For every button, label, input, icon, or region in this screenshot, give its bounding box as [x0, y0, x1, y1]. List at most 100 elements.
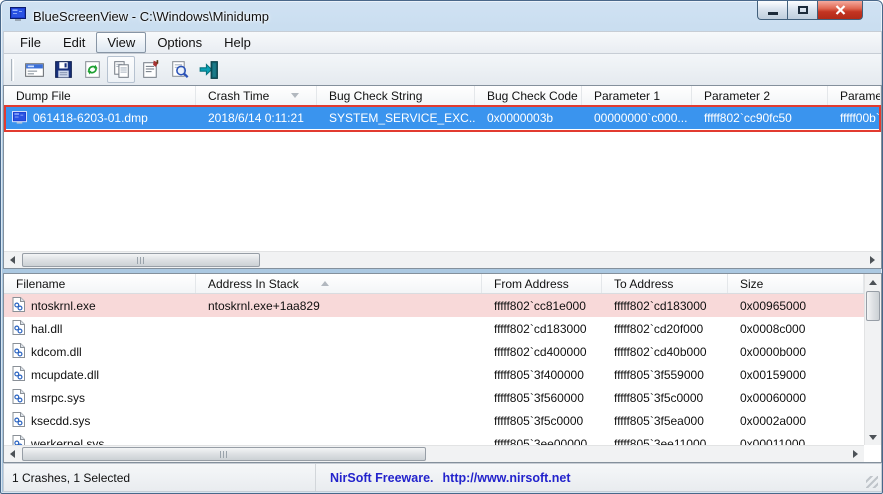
column-header-address-in-stack[interactable]: Address In Stack	[196, 274, 482, 293]
dll-file-icon	[12, 435, 31, 446]
menu-file[interactable]: File	[9, 32, 52, 53]
scroll-right-button[interactable]	[864, 252, 881, 268]
properties-icon	[139, 58, 162, 81]
table-row[interactable]: kdcom.dll fffff802`cd400000 fffff802`cd4…	[4, 340, 864, 363]
refresh-button[interactable]	[78, 56, 106, 83]
scroll-grip-icon	[137, 257, 146, 264]
column-header-parameter-3[interactable]: Parameter 3	[828, 86, 881, 105]
driver-list-header: Filename Address In Stack From Address T…	[4, 274, 864, 294]
refresh-icon	[81, 58, 104, 81]
save-icon	[52, 58, 75, 81]
size-cell: 0x00011000	[728, 432, 864, 445]
advanced-options-button[interactable]	[20, 56, 48, 83]
column-header-bug-check-code[interactable]: Bug Check Code	[475, 86, 582, 105]
dll-file-icon	[12, 389, 31, 407]
filename-cell: werkernel.sys	[31, 437, 104, 446]
size-cell: 0x00060000	[728, 386, 864, 409]
menu-help[interactable]: Help	[213, 32, 262, 53]
lower-scroll-thumb[interactable]	[22, 447, 426, 461]
bug-check-string-cell: SYSTEM_SERVICE_EXC...	[317, 106, 475, 129]
table-row[interactable]: mcupdate.dll fffff805`3f400000 fffff805`…	[4, 363, 864, 386]
address-in-stack-cell	[196, 363, 482, 386]
minimize-button[interactable]	[757, 1, 788, 20]
to-address-cell: fffff805`3f5ea000	[602, 409, 728, 432]
from-address-cell: fffff805`3f5c0000	[482, 409, 602, 432]
table-row[interactable]: ksecdd.sys fffff805`3f5c0000 fffff805`3f…	[4, 409, 864, 432]
advanced-options-icon	[23, 58, 46, 81]
column-header-filename[interactable]: Filename	[4, 274, 196, 293]
dump-file-cell: 061418-6203-01.dmp	[33, 111, 148, 125]
column-header-crash-time[interactable]: Crash Time	[196, 86, 317, 105]
upper-scroll-track[interactable]	[21, 252, 864, 268]
filename-cell: msrpc.sys	[31, 391, 85, 405]
column-header-dump-file[interactable]: Dump File	[4, 86, 196, 105]
menu-edit[interactable]: Edit	[52, 32, 96, 53]
table-row[interactable]: hal.dll fffff802`cd183000 fffff802`cd20f…	[4, 317, 864, 340]
table-row[interactable]: msrpc.sys fffff805`3f560000 fffff805`3f5…	[4, 386, 864, 409]
filename-cell: hal.dll	[31, 322, 62, 336]
exit-button[interactable]	[194, 56, 222, 83]
close-button[interactable]	[817, 1, 863, 20]
menu-options[interactable]: Options	[146, 32, 213, 53]
table-row[interactable]: werkernel.sys fffff805`3ee00000 fffff805…	[4, 432, 864, 445]
from-address-cell: fffff805`3f400000	[482, 363, 602, 386]
column-header-from-address[interactable]: From Address	[482, 274, 602, 293]
table-row-selected[interactable]: 061418-6203-01.dmp 2018/6/14 0:11:21 SYS…	[4, 106, 881, 129]
find-button[interactable]	[165, 56, 193, 83]
sort-ascending-icon	[321, 281, 329, 286]
address-in-stack-cell	[196, 317, 482, 340]
minidump-file-icon	[12, 111, 27, 124]
exit-icon	[197, 58, 220, 81]
app-window: BlueScreenView - C:\Windows\Minidump Fil…	[0, 0, 883, 494]
crash-list-header: Dump File Crash Time Bug Check String Bu…	[4, 86, 881, 106]
scroll-grip-icon	[220, 451, 229, 458]
resize-grip[interactable]	[866, 476, 878, 488]
to-address-cell: fffff805`3f5c0000	[602, 386, 728, 409]
dll-file-icon	[12, 412, 31, 430]
lower-scroll-track[interactable]	[21, 446, 847, 462]
column-header-size[interactable]: Size	[728, 274, 864, 293]
table-row[interactable]: ntoskrnl.exe ntoskrnl.exe+1aa829 fffff80…	[4, 294, 864, 317]
status-crash-count: 1 Crashes, 1 Selected	[4, 464, 316, 491]
to-address-cell: fffff802`cd40b000	[602, 340, 728, 363]
column-header-parameter-1[interactable]: Parameter 1	[582, 86, 692, 105]
arrow-right-icon	[853, 450, 858, 458]
address-in-stack-cell: ntoskrnl.exe+1aa829	[196, 294, 482, 317]
upper-scroll-thumb[interactable]	[22, 253, 260, 267]
size-cell: 0x0008c000	[728, 317, 864, 340]
arrow-right-icon	[870, 256, 875, 264]
crash-time-cell: 2018/6/14 0:11:21	[196, 106, 317, 129]
scroll-right-button[interactable]	[847, 446, 864, 462]
properties-button[interactable]	[136, 56, 164, 83]
crash-list-body: 061418-6203-01.dmp 2018/6/14 0:11:21 SYS…	[4, 106, 881, 251]
scroll-left-button[interactable]	[4, 252, 21, 268]
lower-horizontal-scrollbar[interactable]	[4, 445, 864, 462]
save-button[interactable]	[49, 56, 77, 83]
maximize-icon	[798, 6, 808, 14]
titlebar[interactable]: BlueScreenView - C:\Windows\Minidump	[1, 1, 882, 31]
column-header-to-address[interactable]: To Address	[602, 274, 728, 293]
dll-file-icon	[12, 343, 31, 361]
window-title: BlueScreenView - C:\Windows\Minidump	[33, 9, 269, 24]
from-address-cell: fffff802`cd183000	[482, 317, 602, 340]
lower-vscroll-thumb[interactable]	[866, 291, 880, 321]
crash-list-pane: Dump File Crash Time Bug Check String Bu…	[3, 85, 882, 269]
to-address-cell: fffff805`3ee11000	[602, 432, 728, 445]
upper-horizontal-scrollbar[interactable]	[4, 251, 881, 268]
scroll-down-button[interactable]	[865, 429, 881, 445]
from-address-cell: fffff805`3f560000	[482, 386, 602, 409]
maximize-button[interactable]	[787, 1, 818, 20]
arrow-up-icon	[869, 280, 877, 285]
nirsoft-url-link[interactable]: http://www.nirsoft.net	[443, 471, 571, 485]
copy-button[interactable]	[107, 56, 135, 83]
filename-cell: mcupdate.dll	[31, 368, 99, 382]
scroll-up-button[interactable]	[865, 274, 881, 290]
column-header-parameter-2[interactable]: Parameter 2	[692, 86, 828, 105]
lower-vertical-scrollbar[interactable]	[864, 274, 881, 445]
column-header-bug-check-string[interactable]: Bug Check String	[317, 86, 475, 105]
nirsoft-freeware-label: NirSoft Freeware.	[330, 471, 434, 485]
scroll-left-button[interactable]	[4, 446, 21, 462]
address-in-stack-cell	[196, 386, 482, 409]
driver-list-body: ntoskrnl.exe ntoskrnl.exe+1aa829 fffff80…	[4, 294, 864, 445]
menu-view[interactable]: View	[96, 32, 146, 53]
